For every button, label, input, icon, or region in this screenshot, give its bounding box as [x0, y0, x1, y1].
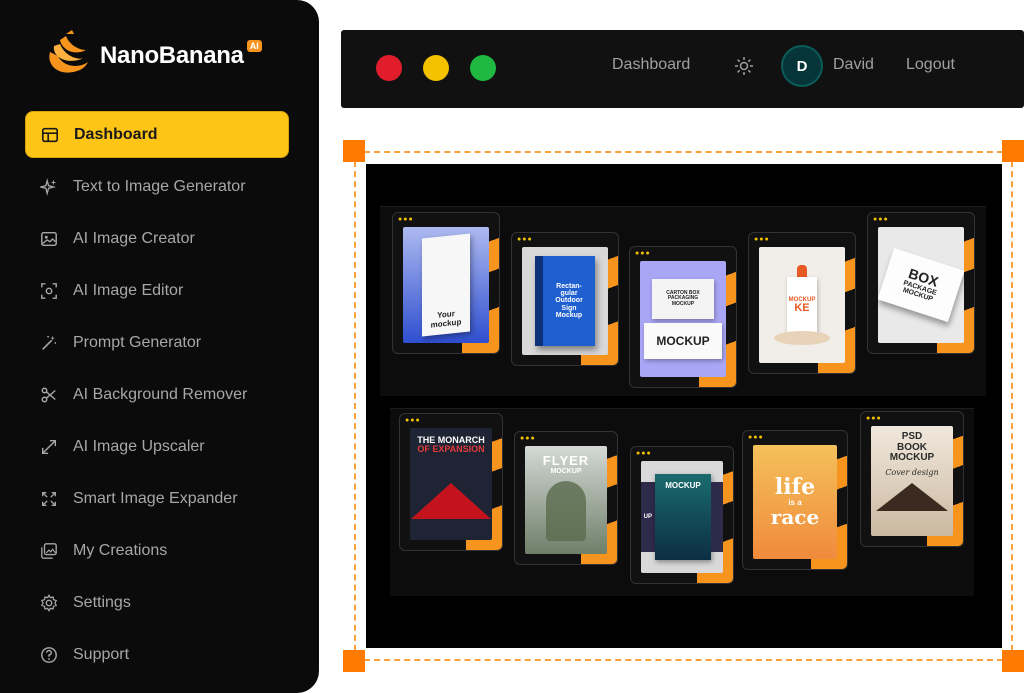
user-avatar[interactable]: D — [781, 45, 823, 87]
sidebar-item-background-remover[interactable]: AI Background Remover — [25, 371, 289, 418]
resize-handle-top-left[interactable] — [343, 140, 365, 162]
preview-canvas: ●●● Your mockup ●●● Rectan- gular Outdoo… — [366, 164, 1002, 648]
sidebar-item-label: Smart Image Expander — [73, 489, 238, 507]
scissors-icon — [39, 385, 59, 405]
theme-toggle-icon[interactable] — [734, 56, 754, 76]
ai-badge: AI — [246, 40, 262, 52]
sidebar-item-label: Dashboard — [74, 125, 158, 143]
mockup-card[interactable]: ●●● FLYER MOCKUP — [514, 431, 618, 565]
sidebar-item-upscaler[interactable]: AI Image Upscaler — [25, 423, 289, 470]
window-maximize-button[interactable] — [470, 55, 496, 81]
sidebar-item-label: Text to Image Generator — [73, 177, 246, 195]
mockup-card[interactable]: ●●● THE MONARCH OF EXPANSION — [399, 413, 503, 551]
resize-handle-top-right[interactable] — [1002, 140, 1024, 162]
mockup-image: PSD BOOK MOCKUP Cover design — [871, 426, 953, 536]
sidebar-item-label: AI Image Upscaler — [73, 437, 205, 455]
sidebar-item-ai-image-editor[interactable]: AI Image Editor — [25, 267, 289, 314]
maximize-icon — [39, 489, 59, 509]
sidebar-item-label: Prompt Generator — [73, 333, 202, 351]
expand-arrows-icon — [39, 437, 59, 457]
sidebar-item-prompt-generator[interactable]: Prompt Generator — [25, 319, 289, 366]
sidebar-item-label: AI Image Editor — [73, 281, 184, 299]
window-close-button[interactable] — [376, 55, 402, 81]
sidebar-item-label: My Creations — [73, 541, 168, 559]
brand-name: NanoBanana — [100, 42, 244, 69]
window-minimize-button[interactable] — [423, 55, 449, 81]
sidebar-item-image-expander[interactable]: Smart Image Expander — [25, 475, 289, 522]
mockup-image: CARTON BOX PACKAGING MOCKUP MOCKUP — [640, 261, 726, 377]
mockup-image: THE MONARCH OF EXPANSION — [410, 428, 492, 540]
gallery-icon — [39, 541, 59, 561]
sidebar-item-label: AI Image Creator — [73, 229, 195, 247]
banana-logo-icon — [49, 30, 88, 73]
sidebar-item-settings[interactable]: Settings — [25, 579, 289, 626]
sidebar-item-text-to-image[interactable]: Text to Image Generator — [25, 163, 289, 210]
help-icon — [39, 645, 59, 665]
sidebar: NanoBanana AI Dashboard Text to Image Ge… — [0, 0, 319, 693]
mockup-image: UP MOCKUP — [641, 461, 723, 573]
username-label[interactable]: David — [833, 56, 874, 74]
mockup-card[interactable]: ●●● life is a race — [742, 430, 848, 570]
sidebar-item-dashboard[interactable]: Dashboard — [25, 111, 289, 158]
mockup-image: Rectan- gular Outdoor Sign Mockup — [522, 247, 608, 355]
topbar-dashboard-link[interactable]: Dashboard — [612, 56, 690, 74]
sidebar-item-label: AI Background Remover — [73, 385, 248, 403]
resize-handle-bottom-right[interactable] — [1002, 650, 1024, 672]
sidebar-item-ai-image-creator[interactable]: AI Image Creator — [25, 215, 289, 262]
mockup-card[interactable]: ●●● UP MOCKUP — [630, 446, 734, 584]
brand-logo[interactable]: NanoBanana AI — [36, 26, 262, 86]
mockup-card[interactable]: ●●● MOCKUP KE — [748, 232, 856, 374]
gear-icon — [39, 593, 59, 613]
mockup-card[interactable]: ●●● CARTON BOX PACKAGING MOCKUP MOCKUP — [629, 246, 737, 388]
dashboard-icon — [40, 125, 60, 145]
sidebar-item-label: Support — [73, 645, 130, 663]
mockup-card[interactable]: ●●● PSD BOOK MOCKUP Cover design — [860, 411, 964, 547]
sparkle-icon — [39, 177, 59, 197]
resize-handle-bottom-left[interactable] — [343, 650, 365, 672]
logout-link[interactable]: Logout — [906, 56, 955, 74]
sidebar-item-support[interactable]: Support — [25, 631, 289, 678]
mockup-image: Your mockup — [403, 227, 489, 343]
mockup-image: BOX PACKAGE MOCKUP — [878, 227, 964, 343]
sidebar-item-label: Settings — [73, 593, 131, 611]
mockup-card[interactable]: ●●● BOX PACKAGE MOCKUP — [867, 212, 975, 354]
top-bar: Dashboard D David Logout — [341, 30, 1024, 108]
sidebar-menu: Dashboard Text to Image Generator AI Ima… — [25, 111, 289, 683]
image-icon — [39, 229, 59, 249]
mockup-image: FLYER MOCKUP — [525, 446, 607, 554]
mockup-image: life is a race — [753, 445, 837, 559]
mockup-card[interactable]: ●●● Rectan- gular Outdoor Sign Mockup — [511, 232, 619, 366]
focus-icon — [39, 281, 59, 301]
mockup-image: MOCKUP KE — [759, 247, 845, 363]
sidebar-item-my-creations[interactable]: My Creations — [25, 527, 289, 574]
magic-wand-icon — [39, 333, 59, 353]
mockup-card[interactable]: ●●● Your mockup — [392, 212, 500, 354]
